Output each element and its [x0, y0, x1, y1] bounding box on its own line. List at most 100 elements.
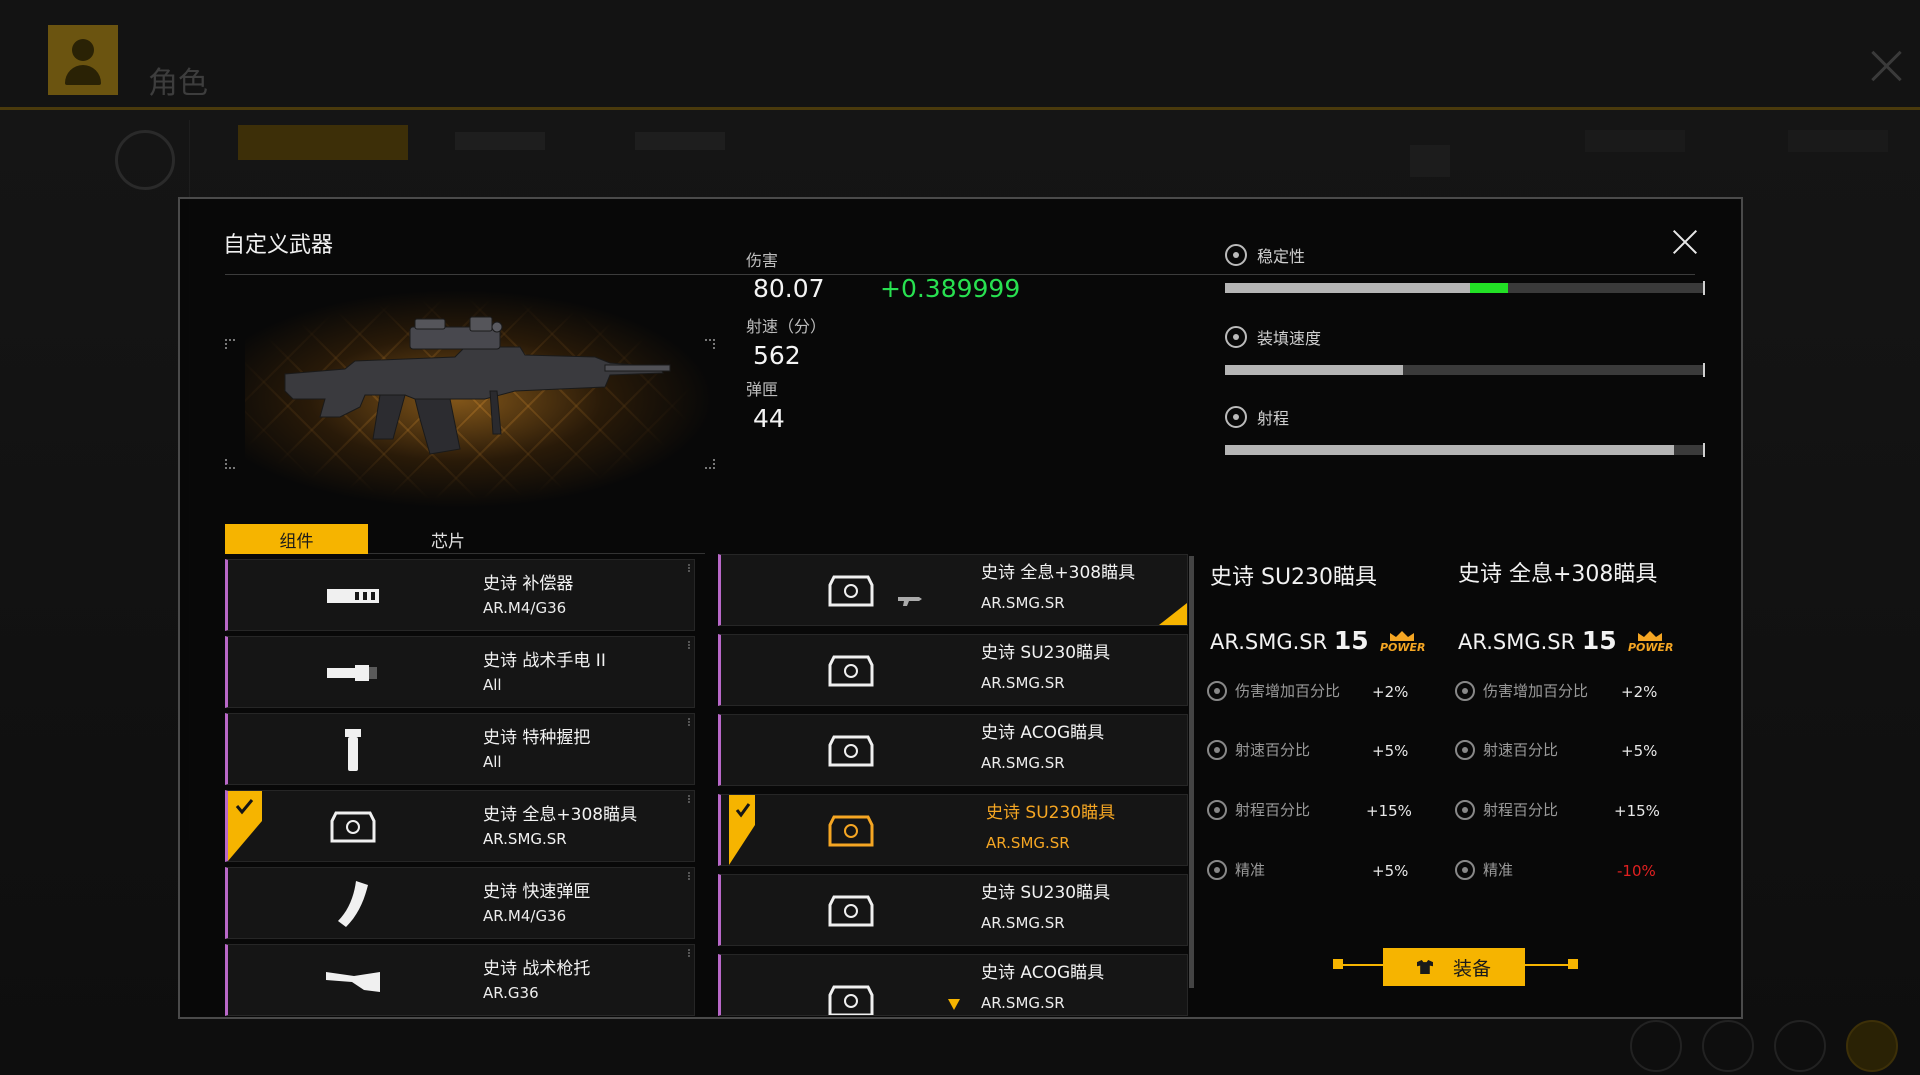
stock-icon	[313, 959, 393, 1003]
attr-label: 射程百分比	[1235, 801, 1311, 819]
list-item[interactable]: 史诗 ACOG瞄具 AR.SMG.SR	[718, 954, 1188, 1016]
damage-label: 伤害	[746, 251, 779, 270]
reload-speed-bar-fill	[1225, 365, 1403, 375]
item-level: 15	[1333, 626, 1369, 655]
attribute-icon	[1455, 739, 1475, 760]
equipped-marker-icon	[1159, 603, 1187, 625]
holo-sight-icon	[313, 805, 393, 849]
selected-check-icon	[721, 795, 755, 865]
background-circle-icon	[1846, 1020, 1898, 1072]
attr-value: +2%	[1372, 683, 1409, 701]
item-compatibility: AR.SMG.SR	[981, 594, 1065, 612]
holo-sight-icon	[811, 809, 891, 853]
power-badge-text: POWER	[1380, 641, 1426, 654]
background-crosshair-icon	[115, 130, 175, 190]
range-icon	[1225, 406, 1247, 428]
attr-value: +15%	[1614, 802, 1660, 820]
attachment-tabs: 组件 芯片	[225, 524, 705, 554]
selected-check-icon	[228, 791, 262, 861]
list-scrollbar[interactable]	[1189, 556, 1194, 988]
item-compatibility: All	[483, 676, 502, 694]
fire-rate-label: 射速（分）	[746, 317, 827, 336]
item-name: 史诗 全息+308瞄具	[981, 563, 1136, 583]
grip-icon	[313, 728, 393, 772]
list-item[interactable]: 史诗 ACOG瞄具 AR.SMG.SR	[718, 714, 1188, 786]
item-name: 史诗 快速弹匣	[483, 882, 591, 902]
power-badge-icon: POWER	[1628, 631, 1674, 654]
divider	[688, 718, 690, 726]
attribute-icon	[1455, 680, 1475, 701]
item-compatibility: AR.SMG.SR	[986, 834, 1070, 852]
frame-corner	[225, 339, 235, 349]
item-name: 史诗 战术枪托	[483, 959, 591, 979]
damage-bonus: +0.389999	[880, 274, 1021, 303]
attribute-icon	[1207, 799, 1227, 820]
compare-attr: 射速百分比	[1207, 739, 1310, 760]
list-item[interactable]: 史诗 补偿器 AR.M4/G36	[225, 559, 695, 631]
power-badge-text: POWER	[1628, 641, 1674, 654]
item-compatibility: AR.M4/G36	[483, 599, 567, 617]
item-compatibility: AR.SMG.SR	[981, 914, 1065, 932]
item-name: 史诗 ACOG瞄具	[981, 723, 1105, 743]
list-item[interactable]: 史诗 战术手电 II All	[225, 636, 695, 708]
compare-attr: 精准	[1207, 859, 1265, 880]
compare-left-title: 史诗 SU230瞄具	[1210, 565, 1378, 590]
compensator-icon	[313, 574, 393, 618]
character-avatar-icon	[48, 25, 118, 95]
attr-label: 精准	[1235, 861, 1266, 879]
item-name: 史诗 ACOG瞄具	[981, 963, 1105, 983]
item-compatibility: AR.G36	[483, 984, 539, 1002]
list-item[interactable]: 史诗 SU230瞄具 AR.SMG.SR	[718, 794, 1188, 866]
equipped-weapon-icon	[898, 597, 922, 606]
scroll-down-icon[interactable]	[948, 999, 960, 1010]
list-item[interactable]: 史诗 全息+308瞄具 AR.SMG.SR	[225, 790, 695, 862]
holo-sight-icon	[811, 569, 891, 613]
item-name: 史诗 SU230瞄具	[986, 803, 1116, 823]
equip-line-end	[1333, 959, 1343, 969]
item-compatibility: All	[483, 753, 502, 771]
stability-stat: 稳定性	[1225, 243, 1705, 295]
attribute-icon	[1455, 799, 1475, 820]
tab-chips[interactable]: 芯片	[368, 524, 528, 554]
equip-button[interactable]: 装备	[1383, 948, 1525, 986]
list-item[interactable]: 史诗 SU230瞄具 AR.SMG.SR	[718, 634, 1188, 706]
background-tab-3	[635, 132, 725, 150]
shirt-icon	[1416, 960, 1433, 974]
background-circle-icon	[1630, 1020, 1682, 1072]
list-item[interactable]: 史诗 特种握把 All	[225, 713, 695, 785]
item-compatibility: AR.SMG.SR	[483, 830, 567, 848]
background-close-icon	[1870, 50, 1902, 82]
fire-rate-value: 562	[753, 341, 801, 370]
list-item[interactable]: 史诗 快速弹匣 AR.M4/G36	[225, 867, 695, 939]
item-level: 15	[1581, 626, 1617, 655]
frame-corner	[705, 459, 715, 469]
background-stat-2	[1585, 130, 1685, 152]
compare-attr: 伤害增加百分比	[1455, 680, 1588, 701]
customize-weapon-modal: 自定义武器 伤害 80.07 +0.389999 射速（分） 562 弹匣 44…	[178, 197, 1743, 1019]
item-name: 史诗 补偿器	[483, 574, 574, 594]
list-item[interactable]: 史诗 全息+308瞄具 AR.SMG.SR	[718, 554, 1188, 626]
range-bar-fill	[1225, 445, 1674, 455]
list-item[interactable]: 史诗 战术枪托 AR.G36	[225, 944, 695, 1016]
holo-sight-icon	[811, 889, 891, 933]
compare-attr: 精准	[1455, 859, 1513, 880]
attr-label: 伤害增加百分比	[1235, 682, 1341, 700]
stability-bar	[1225, 281, 1705, 295]
tab-components[interactable]: 组件	[225, 524, 368, 554]
background-tab	[238, 125, 408, 160]
background-stat-3	[1788, 130, 1888, 152]
item-name: 史诗 SU230瞄具	[981, 643, 1111, 663]
weapon-type: AR.SMG.SR	[1458, 630, 1576, 654]
attr-label: 射速百分比	[1483, 741, 1559, 759]
reload-speed-bar	[1225, 363, 1705, 377]
item-name: 史诗 战术手电 II	[483, 651, 606, 671]
bar-end	[1703, 281, 1705, 295]
divider	[688, 949, 690, 957]
item-name: 史诗 SU230瞄具	[981, 883, 1111, 903]
reload-icon	[1225, 326, 1247, 348]
attribute-icon	[1207, 680, 1227, 701]
item-name: 史诗 特种握把	[483, 728, 591, 748]
reload-speed-label: 装填速度	[1257, 329, 1322, 348]
attr-label: 射程百分比	[1483, 801, 1559, 819]
list-item[interactable]: 史诗 SU230瞄具 AR.SMG.SR	[718, 874, 1188, 946]
